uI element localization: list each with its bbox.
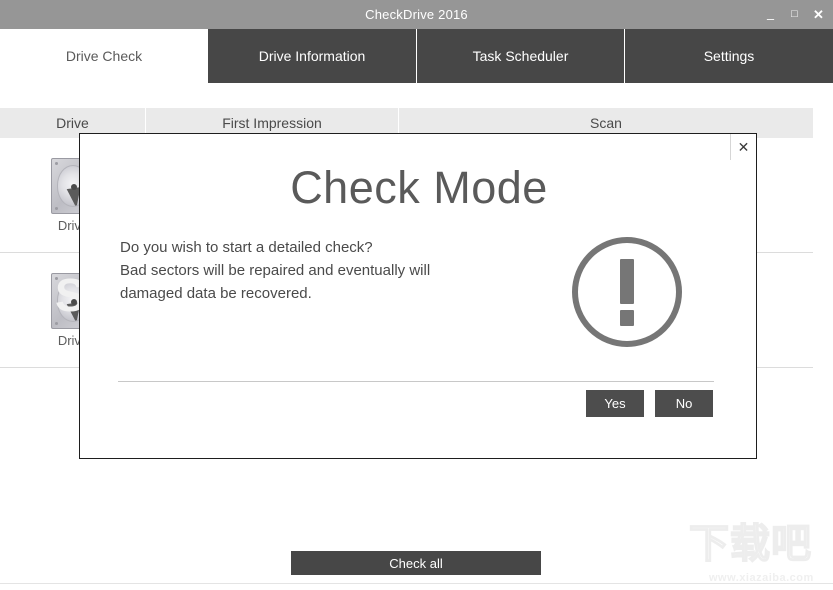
dialog-message: Do you wish to start a detailed check? B… [120,236,540,305]
title-bar: CheckDrive 2016 – □ ✕ [0,0,833,29]
maximize-icon[interactable]: □ [788,9,801,20]
dialog-title: Check Mode [290,162,548,213]
yes-button-label: Yes [604,396,626,411]
tab-drive-information[interactable]: Drive Information [208,29,417,83]
tab-label: Drive Information [258,48,366,64]
dialog-close-icon[interactable]: ✕ [730,134,756,160]
column-header-label: Drive [56,115,89,131]
window-controls: – □ ✕ [764,0,825,29]
check-mode-dialog: ✕ Check Mode Do you wish to start a deta… [79,133,757,459]
bottom-divider [0,583,833,584]
dialog-message-line-2: Bad sectors will be repaired and eventua… [120,262,431,279]
window-title: CheckDrive 2016 [365,7,468,22]
tab-bar: Drive Check Drive Information Task Sched… [0,29,833,83]
check-all-label: Check all [389,555,443,571]
check-all-button[interactable]: Check all [291,551,541,575]
tab-label: Settings [703,48,755,64]
no-button[interactable]: No [655,390,713,417]
column-header-label: First Impression [222,115,322,131]
site-watermark-logo: 下载吧 [688,521,812,567]
close-icon[interactable]: ✕ [812,8,825,21]
yes-button[interactable]: Yes [586,390,644,417]
column-header-label: Scan [590,115,622,131]
minimize-icon[interactable]: – [764,12,777,25]
dialog-message-line-3: damaged data be recovered. [120,285,312,302]
tab-task-scheduler[interactable]: Task Scheduler [417,29,625,83]
exclamation-circle-icon [572,237,682,347]
dialog-divider [118,381,714,382]
tab-settings[interactable]: Settings [625,29,833,83]
no-button-label: No [675,396,693,411]
tab-label: Drive Check [65,48,143,64]
site-watermark: 下载吧 www.xiazaiba.com [688,521,827,584]
dialog-actions: Yes No [80,390,758,420]
app-window: CheckDrive 2016 – □ ✕ Drive Check Drive … [0,0,833,590]
tab-drive-check[interactable]: Drive Check [0,29,208,83]
dialog-message-line-1: Do you wish to start a detailed check? [120,239,373,256]
scrollbar-gutter[interactable] [813,108,833,138]
tab-label: Task Scheduler [472,48,569,64]
